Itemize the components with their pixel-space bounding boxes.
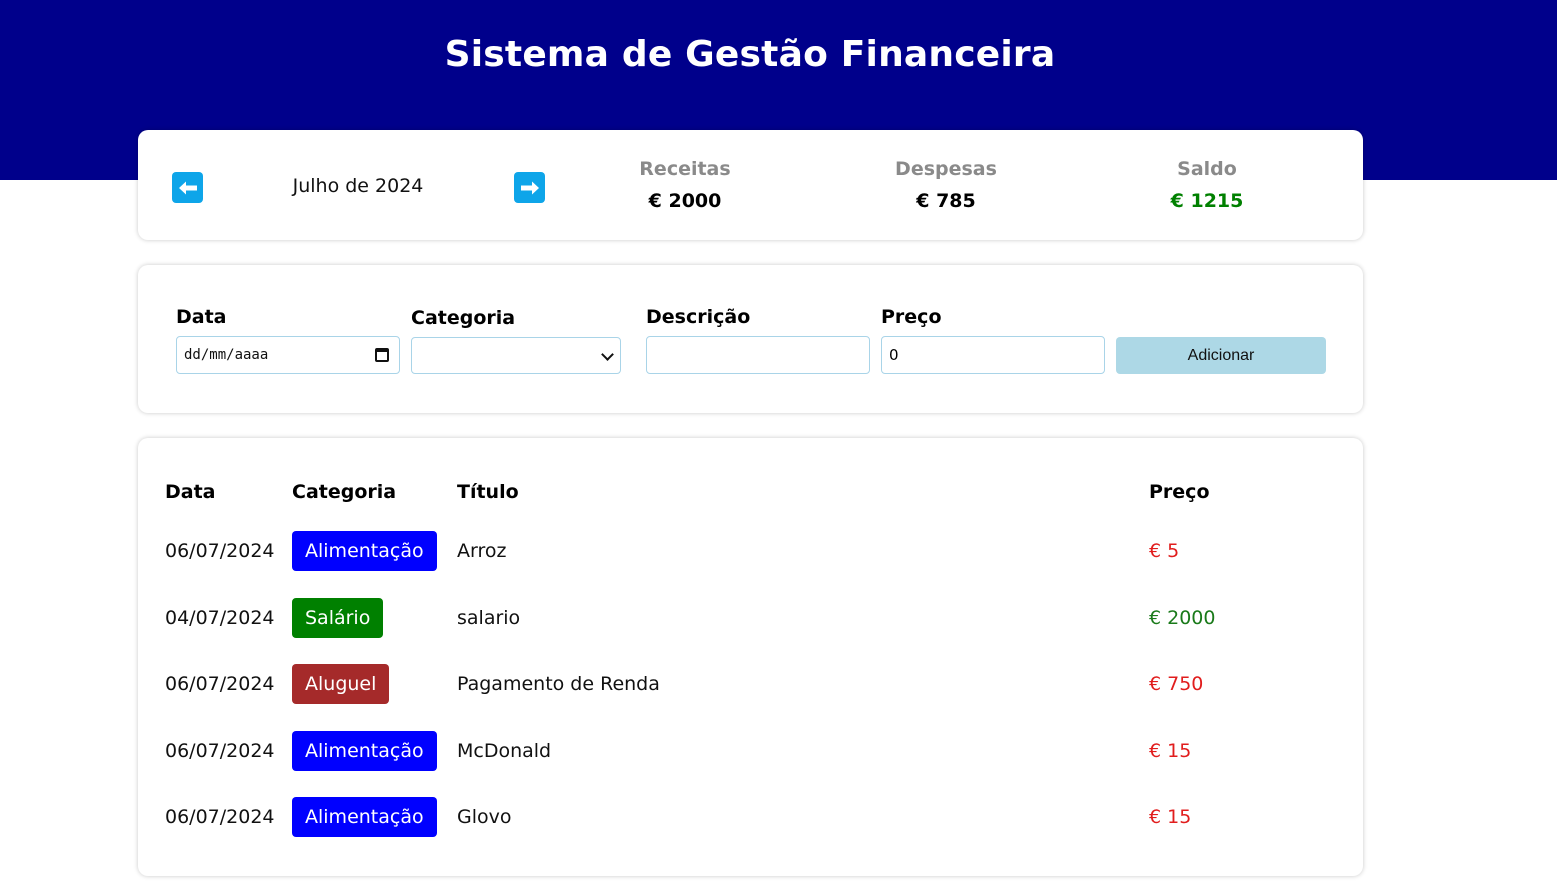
income-stat: Receitas € 2000 [605, 158, 765, 212]
price-value: 0 [889, 346, 899, 364]
row-title: salario [457, 607, 521, 629]
row-date: 06/07/2024 [165, 673, 275, 695]
row-title: Glovo [457, 806, 512, 828]
prev-month-button[interactable] [172, 172, 203, 203]
description-label: Descrição [646, 306, 751, 328]
table-row: 06/07/2024 Alimentação McDonald € 15 [138, 731, 1363, 771]
arrow-right-icon [520, 181, 539, 194]
date-placeholder: dd/mm/aaaa [184, 347, 269, 363]
row-price: € 15 [1149, 740, 1192, 762]
category-badge: Salário [292, 598, 384, 638]
table-row: 04/07/2024 Salário salario € 2000 [138, 598, 1363, 638]
row-price: € 15 [1149, 806, 1192, 828]
income-value: € 2000 [648, 190, 722, 212]
row-price: € 5 [1149, 540, 1180, 562]
calendar-icon[interactable] [375, 348, 389, 362]
row-price: € 750 [1149, 673, 1204, 695]
row-date: 06/07/2024 [165, 806, 275, 828]
category-select[interactable] [411, 337, 621, 374]
price-label: Preço [881, 306, 942, 328]
income-label: Receitas [639, 158, 731, 180]
column-header-price: Preço [1149, 481, 1210, 503]
page-title: Sistema de Gestão Financeira [444, 34, 1056, 75]
row-date: 06/07/2024 [165, 540, 275, 562]
next-month-button[interactable] [514, 172, 545, 203]
row-price: € 2000 [1149, 607, 1216, 629]
transactions-table: Data Categoria Título Preço 06/07/2024 A… [138, 438, 1363, 876]
category-label: Categoria [411, 307, 516, 329]
row-title: McDonald [457, 740, 552, 762]
balance-label: Saldo [1177, 158, 1237, 180]
add-button[interactable]: Adicionar [1116, 337, 1326, 374]
category-badge: Alimentação [292, 531, 437, 571]
price-input[interactable]: 0 [881, 336, 1105, 374]
add-entry-form: Data dd/mm/aaaa Categoria Descrição Preç… [138, 265, 1363, 413]
date-label: Data [176, 306, 227, 328]
category-badge: Aluguel [292, 664, 390, 704]
balance-value: € 1215 [1170, 190, 1244, 212]
balance-stat: Saldo € 1215 [1127, 158, 1287, 212]
column-header-date: Data [165, 481, 216, 503]
column-header-category: Categoria [292, 481, 397, 503]
date-input[interactable]: dd/mm/aaaa [176, 336, 400, 374]
row-title: Arroz [457, 540, 507, 562]
category-badge: Alimentação [292, 797, 437, 837]
table-row: 06/07/2024 Alimentação Arroz € 5 [138, 531, 1363, 571]
current-month: Julho de 2024 [292, 175, 424, 197]
summary-card: Julho de 2024 Receitas € 2000 Despesas €… [138, 130, 1363, 240]
arrow-left-icon [178, 181, 197, 194]
row-date: 04/07/2024 [165, 607, 275, 629]
row-date: 06/07/2024 [165, 740, 275, 762]
expenses-value: € 785 [916, 190, 976, 212]
row-title: Pagamento de Renda [457, 673, 660, 695]
column-header-title: Título [457, 481, 519, 503]
table-row: 06/07/2024 Aluguel Pagamento de Renda € … [138, 664, 1363, 704]
expenses-stat: Despesas € 785 [866, 158, 1026, 212]
category-badge: Alimentação [292, 731, 437, 771]
chevron-down-icon [601, 348, 614, 361]
table-row: 06/07/2024 Alimentação Glovo € 15 [138, 797, 1363, 837]
expenses-label: Despesas [895, 158, 997, 180]
description-input[interactable] [646, 336, 870, 374]
